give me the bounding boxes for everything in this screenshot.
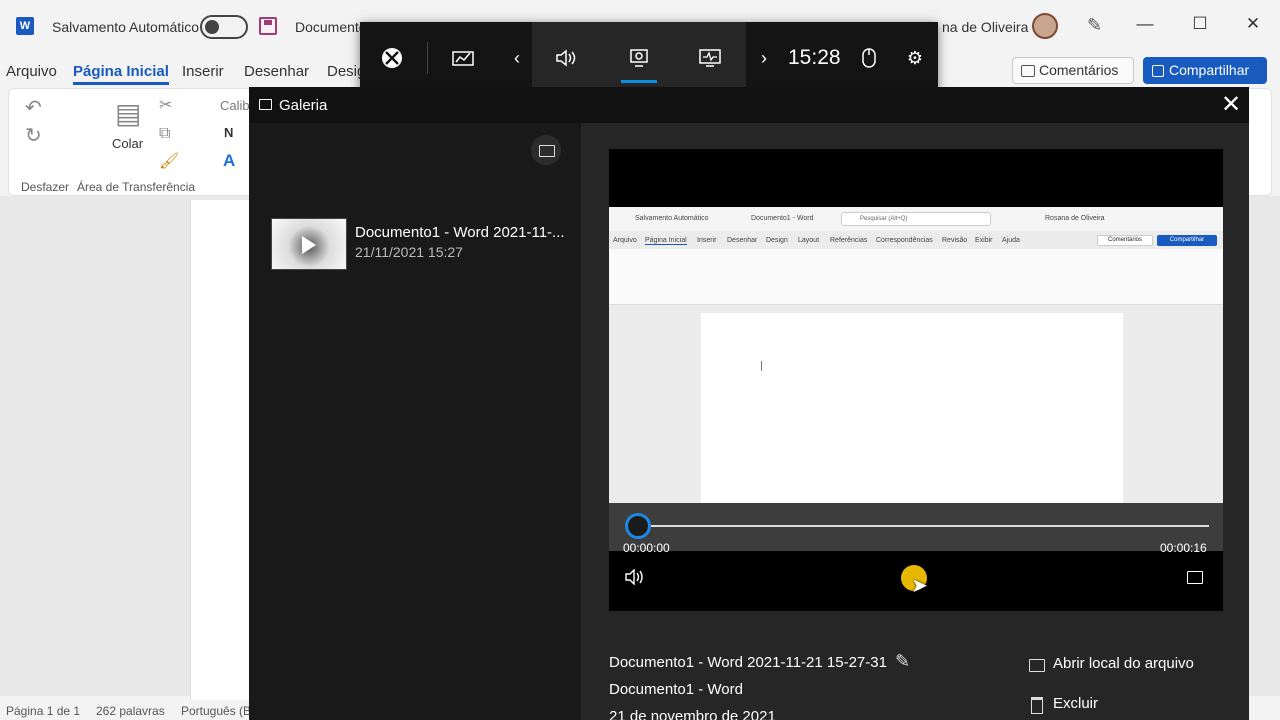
seek-track[interactable] — [637, 525, 1209, 527]
preview-ribbon — [609, 249, 1223, 305]
delete-button[interactable]: Excluir — [1027, 695, 1098, 714]
recording-title[interactable]: Documento1 - Word 2021-11-... — [355, 224, 565, 241]
gallery-window: Galeria ✕ Documento1 - Word 2021-11-... … — [249, 87, 1249, 720]
capture-icon[interactable] — [611, 22, 667, 94]
paste-label[interactable]: Colar — [112, 136, 143, 151]
gamebar-clock: 15:28 — [788, 46, 841, 69]
status-words: 262 palavras — [96, 704, 165, 718]
paste-icon[interactable]: ▤ — [115, 97, 141, 130]
audio-icon[interactable] — [539, 22, 595, 94]
gallery-title: Galeria — [279, 97, 328, 114]
volume-icon[interactable] — [625, 568, 645, 590]
current-time: 00:00:00 — [623, 541, 670, 555]
capture-active-indicator — [621, 80, 657, 83]
resources-icon[interactable] — [682, 22, 738, 94]
document-title: Documento — [295, 19, 367, 35]
chevron-left-icon[interactable]: ‹ — [489, 22, 545, 94]
bold-button[interactable]: N — [224, 125, 233, 140]
preview-autosave: Salvamento Automático — [635, 215, 709, 222]
preview-comments: Comentários — [1097, 235, 1153, 246]
preview-doc-title: Documento1 - Word — [751, 215, 814, 222]
close-window-icon[interactable]: ✕ — [1238, 14, 1268, 34]
xbox-icon[interactable] — [364, 22, 420, 94]
preview-tab: Referências — [830, 237, 868, 244]
share-button[interactable]: Compartilhar — [1143, 57, 1267, 84]
preview-tab: Página Inicial — [645, 237, 687, 245]
preview-document-page — [701, 313, 1123, 503]
gallery-detail-panel: Salvamento Automático Documento1 - Word … — [581, 123, 1249, 720]
preview-tab: Layout — [798, 237, 820, 244]
tab-pagina-inicial[interactable]: Página Inicial — [73, 63, 169, 85]
preview-tab: Inserir — [697, 237, 717, 244]
undo-group-label: Desfazer — [21, 180, 70, 194]
tab-inserir[interactable]: Inserir — [182, 63, 224, 80]
performance-icon[interactable] — [435, 22, 491, 94]
undo-icon[interactable]: ↶ — [25, 95, 42, 120]
maximize-icon[interactable]: ☐ — [1185, 14, 1215, 34]
duration: 00:00:16 — [1160, 541, 1207, 555]
status-page: Página 1 de 1 — [6, 704, 81, 718]
recording-date: 21/11/2021 15:27 — [355, 244, 463, 260]
play-icon — [302, 236, 316, 254]
comments-button[interactable]: Comentários — [1012, 57, 1134, 84]
word-logo-icon: W — [16, 17, 34, 35]
chevron-right-icon[interactable]: › — [736, 22, 792, 94]
seek-bar-overlay: 00:00:00 00:00:16 — [609, 503, 1223, 555]
save-icon[interactable] — [259, 17, 277, 35]
preview-share: Compartilhar — [1157, 235, 1217, 246]
preview-search-box: Pesquisar (Alt+Q) — [841, 212, 991, 226]
folder-icon[interactable] — [531, 135, 561, 165]
preview-tab: Desenhar — [727, 237, 758, 244]
cut-icon[interactable]: ✂ — [159, 95, 172, 115]
preview-tab: Revisão — [942, 237, 968, 244]
text-effects-icon[interactable]: A — [223, 151, 235, 171]
autosave-label: Salvamento Automático — [52, 19, 200, 35]
video-frame: Salvamento Automático Documento1 - Word … — [609, 207, 1223, 503]
pen-icon[interactable]: ✎ — [1087, 15, 1102, 36]
recording-thumbnail[interactable] — [271, 218, 347, 270]
user-name: na de Oliveira — [942, 19, 1029, 35]
preview-tab: Ajuda — [1002, 237, 1020, 244]
gallery-list-panel: Documento1 - Word 2021-11-... 21/11/2021… — [249, 123, 581, 720]
copy-icon[interactable]: ⧉ — [159, 125, 170, 143]
preview-text-cursor — [761, 361, 762, 371]
word-page[interactable] — [190, 200, 250, 700]
autosave-toggle[interactable] — [200, 15, 248, 39]
font-name-box[interactable]: Calib — [220, 98, 250, 113]
recording-app: Documento1 - Word — [609, 681, 743, 698]
video-player[interactable]: Salvamento Automático Documento1 - Word … — [609, 149, 1223, 611]
clipboard-group-label: Área de Transferência — [77, 180, 196, 194]
gallery-icon — [259, 99, 272, 110]
close-icon[interactable]: ✕ — [1221, 93, 1241, 117]
gamebar-separator — [427, 42, 428, 74]
preview-tab: Arquivo — [613, 237, 637, 244]
gallery-header: Galeria ✕ — [249, 87, 1249, 123]
game-bar: ‹ › 15:28 ⚙ — [360, 22, 938, 94]
preview-tab: Correspondências — [876, 237, 933, 244]
mouse-pointer-icon: ➤ — [911, 575, 928, 597]
tab-desenhar[interactable]: Desenhar — [244, 63, 309, 80]
preview-user: Rosana de Oliveira — [1045, 215, 1105, 222]
redo-icon[interactable]: ↻ — [25, 123, 42, 148]
preview-tab: Design — [766, 237, 788, 244]
tab-arquivo[interactable]: Arquivo — [6, 63, 57, 80]
status-language[interactable]: Português (B — [181, 704, 251, 718]
recording-filename: Documento1 - Word 2021-11-21 15-27-31 — [609, 654, 887, 671]
preview-tab: Exibir — [975, 237, 993, 244]
format-painter-icon[interactable]: 🖌 — [159, 151, 179, 171]
popout-icon[interactable] — [1187, 571, 1203, 584]
open-file-location-button[interactable]: Abrir local do arquivo — [1027, 655, 1194, 672]
edit-icon[interactable]: ✎ — [895, 651, 910, 672]
preview-search: Pesquisar (Alt+Q) — [860, 216, 908, 222]
preview-titlebar: Salvamento Automático Documento1 - Word … — [609, 207, 1223, 231]
recording-full-date: 21 de novembro de 2021 — [609, 708, 776, 720]
gear-icon[interactable]: ⚙ — [887, 22, 943, 94]
seek-knob[interactable] — [625, 513, 651, 539]
avatar[interactable] — [1032, 13, 1058, 39]
minimize-icon[interactable]: — — [1130, 14, 1160, 34]
